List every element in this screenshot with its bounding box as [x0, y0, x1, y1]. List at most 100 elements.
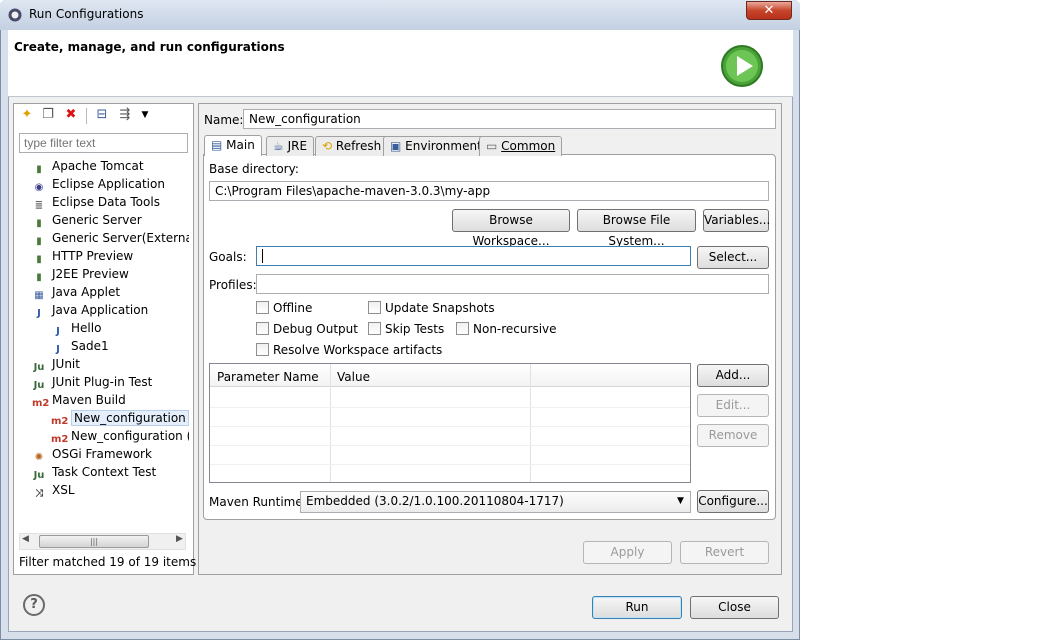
duplicate-icon[interactable]: ❐ — [39, 106, 57, 124]
update-snapshots-checkbox[interactable]: Update Snapshots — [368, 301, 495, 315]
row-divider — [210, 407, 690, 408]
filter-icon[interactable]: ⇶ — [116, 106, 134, 124]
goals-field[interactable] — [256, 246, 691, 266]
common-icon: ▭ — [486, 139, 498, 153]
tree-item-label: Generic Server — [52, 213, 142, 227]
col-parameter-name[interactable]: Parameter Name — [217, 370, 319, 384]
maven-runtime-select[interactable]: Embedded (3.0.2/1.0.100.20110804-1717) — [300, 491, 691, 513]
tree-item[interactable]: Ju Task Context Test — [19, 463, 189, 481]
debug-output-label: Debug Output — [273, 322, 358, 336]
tab-jre-label: JRE — [287, 139, 308, 153]
delete-icon[interactable]: ✖ — [62, 106, 80, 124]
name-label: Name: — [204, 113, 244, 127]
java-app-icon: J — [37, 308, 41, 319]
col-value[interactable]: Value — [337, 370, 370, 384]
offline-label: Offline — [273, 301, 313, 315]
tree-item[interactable]: m2 Maven Build — [19, 391, 189, 409]
tree-item[interactable]: ✺ OSGi Framework — [19, 445, 189, 463]
xsl-icon: ⤨ — [35, 488, 43, 499]
tree-item-label: Sade1 — [71, 339, 109, 353]
resolve-workspace-label: Resolve Workspace artifacts — [273, 343, 443, 357]
configure-runtime-button[interactable]: Configure... — [697, 490, 769, 513]
edit-parameter-button[interactable]: Edit... — [697, 394, 769, 417]
tree-item[interactable]: ▮ HTTP Preview — [19, 247, 189, 265]
skip-tests-check-box[interactable] — [368, 322, 381, 335]
browse-filesystem-button[interactable]: Browse File System... — [577, 209, 696, 248]
chevron-down-icon[interactable]: ▼ — [677, 496, 684, 506]
tree-item[interactable]: ⤨ XSL — [19, 481, 189, 499]
tab-main-label: Main — [226, 138, 255, 152]
close-button[interactable]: Close — [690, 596, 779, 619]
filter-input[interactable] — [19, 133, 188, 153]
scroll-left-icon[interactable]: ◀ — [22, 534, 29, 544]
collapse-all-icon[interactable]: ⊟ — [93, 106, 111, 124]
tree-item[interactable]: m2New_configuration (1) — [19, 427, 189, 445]
tree-item[interactable]: Ju JUnit Plug-in Test — [19, 373, 189, 391]
non-recursive-checkbox[interactable]: Non-recursive — [456, 322, 557, 336]
tab-environment[interactable]: ▣ Environment — [383, 136, 489, 156]
tree-item-label: J2EE Preview — [52, 267, 129, 281]
remove-parameter-button[interactable]: Remove — [697, 424, 769, 447]
tree-item[interactable]: ▮ Apache Tomcat — [19, 157, 189, 175]
help-icon[interactable]: ? — [23, 594, 45, 616]
tab-main[interactable]: ▤ Main — [204, 135, 262, 156]
select-goals-button[interactable]: Select... — [697, 246, 769, 269]
new-config-icon[interactable]: ✦ — [18, 106, 36, 124]
tree-item[interactable]: ▦ Java Applet — [19, 283, 189, 301]
tree-item[interactable]: ▮ J2EE Preview — [19, 265, 189, 283]
skip-tests-checkbox[interactable]: Skip Tests — [368, 322, 444, 336]
profiles-label: Profiles: — [209, 278, 257, 292]
resolve-workspace-checkbox[interactable]: Resolve Workspace artifacts — [256, 343, 442, 357]
tree-item-label: OSGi Framework — [52, 447, 152, 461]
tab-jre[interactable]: ☕ JRE — [266, 136, 315, 156]
update-snapshots-label: Update Snapshots — [385, 301, 495, 315]
refresh-icon: ⟲ — [322, 139, 333, 153]
skip-tests-label: Skip Tests — [385, 322, 445, 336]
window-close-button[interactable]: ✕ — [746, 1, 792, 20]
resolve-workspace-check-box[interactable] — [256, 343, 269, 356]
tree-item[interactable]: ≣ Eclipse Data Tools — [19, 193, 189, 211]
name-field[interactable]: New_configuration — [243, 109, 776, 129]
base-dir-field[interactable]: C:\Program Files\apache-maven-3.0.3\my-a… — [209, 181, 769, 201]
tab-refresh[interactable]: ⟲ Refresh — [315, 136, 389, 156]
window-title: Run Configurations — [29, 7, 144, 21]
maven-runtime-label: Maven Runtime: — [209, 495, 307, 509]
tree-item-label: JUnit — [52, 357, 80, 371]
run-button[interactable]: Run — [592, 596, 682, 619]
toolbar-separator — [86, 108, 87, 124]
add-parameter-button[interactable]: Add... — [697, 364, 769, 387]
tree-item[interactable]: m2 New_configuration — [19, 409, 189, 427]
update-snapshots-check-box[interactable] — [368, 301, 381, 314]
main-tab-icon: ▤ — [211, 138, 223, 152]
variables-button[interactable]: Variables... — [703, 209, 770, 232]
apply-button[interactable]: Apply — [583, 541, 672, 564]
tab-common-label: Common — [501, 139, 556, 153]
tab-common[interactable]: ▭ Common — [479, 136, 563, 156]
debug-output-check-box[interactable] — [256, 322, 269, 335]
tab-refresh-label: Refresh — [335, 139, 382, 153]
debug-output-checkbox[interactable]: Debug Output — [256, 322, 358, 336]
tree-item-label: Java Applet — [52, 285, 121, 299]
offline-checkbox[interactable]: Offline — [256, 301, 312, 315]
chevron-down-icon[interactable]: ▼ — [136, 106, 154, 124]
tree-item[interactable]: ▮ Generic Server — [19, 211, 189, 229]
offline-check-box[interactable] — [256, 301, 269, 314]
row-divider — [210, 464, 690, 465]
browse-workspace-button[interactable]: Browse Workspace... — [452, 209, 570, 248]
tree-item[interactable]: J Java Application — [19, 301, 189, 319]
tree-item[interactable]: J Hello — [19, 319, 189, 337]
maven-icon: m2 — [32, 398, 50, 409]
tree-item[interactable]: ▮Generic Server(External La — [19, 229, 189, 247]
revert-button[interactable]: Revert — [680, 541, 769, 564]
eclipse-gear-icon — [8, 8, 22, 22]
tree-item-label: Maven Build — [52, 393, 126, 407]
tree-item[interactable]: Ju JUnit — [19, 355, 189, 373]
non-recursive-check-box[interactable] — [456, 322, 469, 335]
tree-item[interactable]: ◉ Eclipse Application — [19, 175, 189, 193]
tree-item-label: Apache Tomcat — [52, 159, 144, 173]
scroll-thumb[interactable]: ||| — [39, 535, 149, 548]
tree-item[interactable]: J Sade1 — [19, 337, 189, 355]
profiles-field[interactable] — [256, 274, 769, 294]
row-divider — [210, 426, 690, 427]
scroll-right-icon[interactable]: ▶ — [176, 534, 183, 544]
